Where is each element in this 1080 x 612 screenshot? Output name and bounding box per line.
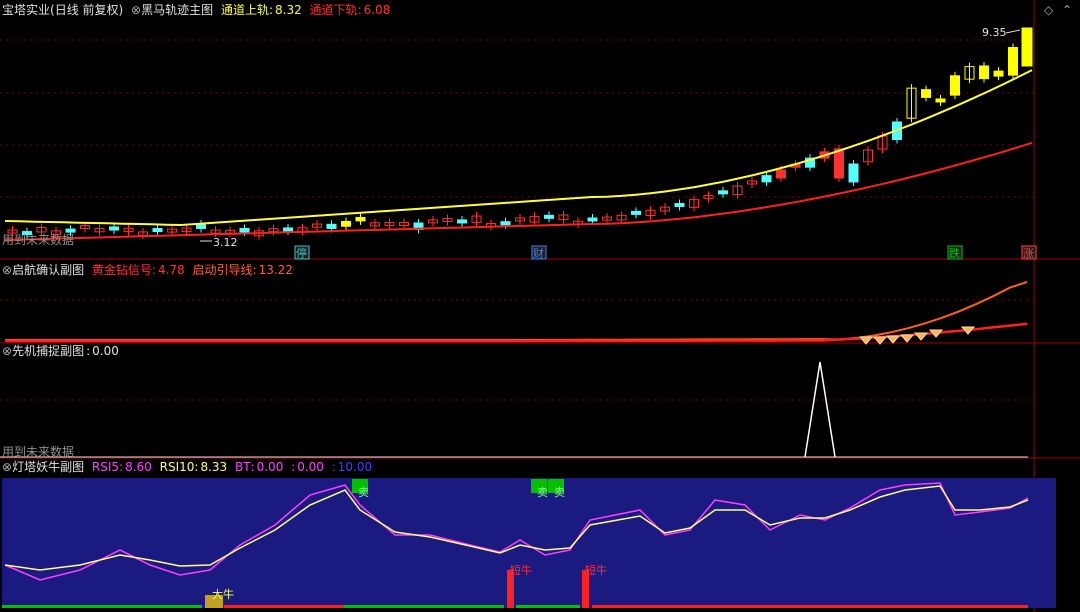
signal-marker-text: 停 — [296, 246, 307, 260]
bt-label: BT — [235, 460, 251, 474]
panel2-title[interactable]: 启航确认副图 — [12, 263, 84, 277]
diamond-signal-icon — [913, 332, 929, 341]
panel3-future-note: 用到未来数据 — [2, 445, 75, 459]
extra-value-1: 0.00 — [297, 460, 324, 474]
candle — [500, 221, 511, 226]
rsi10-label: RSI10 — [159, 460, 195, 474]
candle — [761, 175, 772, 183]
bottom-band-red — [592, 605, 1028, 608]
big-bull-label: 大牛 — [212, 587, 234, 601]
panel4-title[interactable]: 灯塔妖牛副图 — [12, 460, 84, 474]
candle — [834, 148, 844, 179]
panel4-dropdown-icon[interactable]: ⊗ — [2, 460, 12, 474]
rsi5-label: RSI5 — [91, 460, 120, 474]
candle — [718, 190, 728, 195]
panel2-dropdown-icon[interactable]: ⊗ — [2, 263, 12, 277]
guide-line — [5, 281, 1028, 341]
sell-label-1: 卖 — [358, 486, 369, 499]
signal-marker-text: 涨 — [1023, 247, 1034, 260]
guide-label: 启动引导线 — [192, 263, 253, 277]
gold-label: 黄金钻信号 — [91, 263, 152, 277]
candle — [239, 227, 250, 233]
period-label: (日线 前复权) — [50, 3, 124, 17]
colon: : — [331, 460, 336, 474]
candle — [979, 65, 989, 80]
high-pointer — [1005, 29, 1021, 34]
stock-name: 宝塔实业 — [2, 3, 51, 17]
upper-value: 8.32 — [275, 3, 302, 17]
guide-value: 13.22 — [258, 263, 293, 277]
panel3-header: ⊗先机捕捉副图:0.00 — [2, 343, 123, 359]
diamond-signal-icon — [885, 335, 901, 344]
candle — [283, 227, 293, 232]
candle — [674, 203, 685, 208]
future-data-note: 用到未来数据 — [2, 233, 75, 247]
candle — [587, 217, 598, 222]
candle — [152, 228, 163, 233]
candle — [921, 89, 931, 98]
gold-signal-line — [5, 322, 1028, 343]
candle — [544, 214, 554, 219]
low-price-label: 3.12 — [213, 236, 238, 249]
panel3-value: 0.00 — [92, 344, 119, 358]
candle — [355, 217, 366, 222]
signal-marker-text: 财 — [533, 246, 544, 260]
candle — [1008, 47, 1018, 76]
panel3-dropdown-icon[interactable]: ⊗ — [2, 344, 12, 358]
panel2-header: ⊗启航确认副图 黄金钻信号: 4.78 启动引导线: 13.22 — [2, 262, 297, 278]
rsi-background — [2, 478, 1056, 608]
colon: : — [194, 460, 199, 474]
candle — [848, 163, 859, 183]
colon: : — [151, 263, 156, 277]
candle — [1021, 27, 1033, 67]
panel4-header: ⊗灯塔妖牛副图 RSI5: 8.60 RSI10: 8.33 BT: 0.00 :0.… — [2, 459, 376, 475]
panel3-title[interactable]: 先机捕捉副图 — [12, 344, 84, 358]
lower-value: 6.08 — [363, 3, 391, 17]
main-panel-header: 宝塔实业(日线 前复权) ⊗黑马轨迹主图 通道上轨: 8.32 通道下轨: 6.08 — [2, 2, 394, 18]
colon: : — [291, 460, 296, 474]
bottom-band-green — [516, 605, 580, 608]
short-bull-label: 短牛 — [510, 563, 532, 577]
candle — [935, 98, 946, 103]
candle — [341, 220, 351, 227]
gold-value: 4.78 — [157, 263, 185, 277]
colon: : — [357, 3, 362, 17]
candle — [109, 226, 119, 231]
indicator-dropdown-icon[interactable]: ⊗ — [131, 3, 141, 17]
colon: : — [119, 460, 124, 474]
colon: : — [268, 3, 273, 17]
colon: : — [86, 344, 91, 358]
high-price-label: 9.35 — [982, 26, 1007, 39]
expand-icon[interactable]: ◇ — [1044, 2, 1053, 18]
sell-label-3: 卖 — [554, 486, 565, 499]
upper-label: 通道上轨 — [220, 3, 269, 17]
collapse-icon[interactable]: ⌃ — [1062, 2, 1072, 18]
candle — [631, 210, 641, 215]
extra-value-2: 10.00 — [337, 460, 373, 474]
main-chart[interactable]: 9.353.12停财跌涨卖卖卖大牛短牛 短牛 — [0, 0, 1080, 612]
rsi5-value: 8.60 — [125, 460, 152, 474]
candle — [776, 169, 786, 179]
lower-label: 通道下轨 — [309, 3, 358, 17]
bottom-band-red — [224, 605, 344, 608]
candle — [326, 223, 337, 229]
bt-value: 0.00 — [256, 460, 284, 474]
candle — [993, 70, 1004, 77]
indicator-name[interactable]: 黑马轨迹主图 — [141, 3, 213, 17]
short-bull-label: 短牛 — [585, 563, 607, 577]
candle — [950, 75, 960, 96]
sell-label-2: 卖 — [537, 486, 548, 499]
rsi10-value: 8.33 — [200, 460, 228, 474]
bottom-band-green — [2, 605, 202, 608]
colon: : — [252, 263, 257, 277]
bottom-band-green — [344, 605, 504, 608]
spike-signal-line — [804, 361, 836, 458]
diamond-signal-icon — [899, 334, 915, 343]
candle — [457, 219, 467, 224]
colon: : — [250, 460, 255, 474]
signal-marker-text: 跌 — [949, 246, 960, 260]
